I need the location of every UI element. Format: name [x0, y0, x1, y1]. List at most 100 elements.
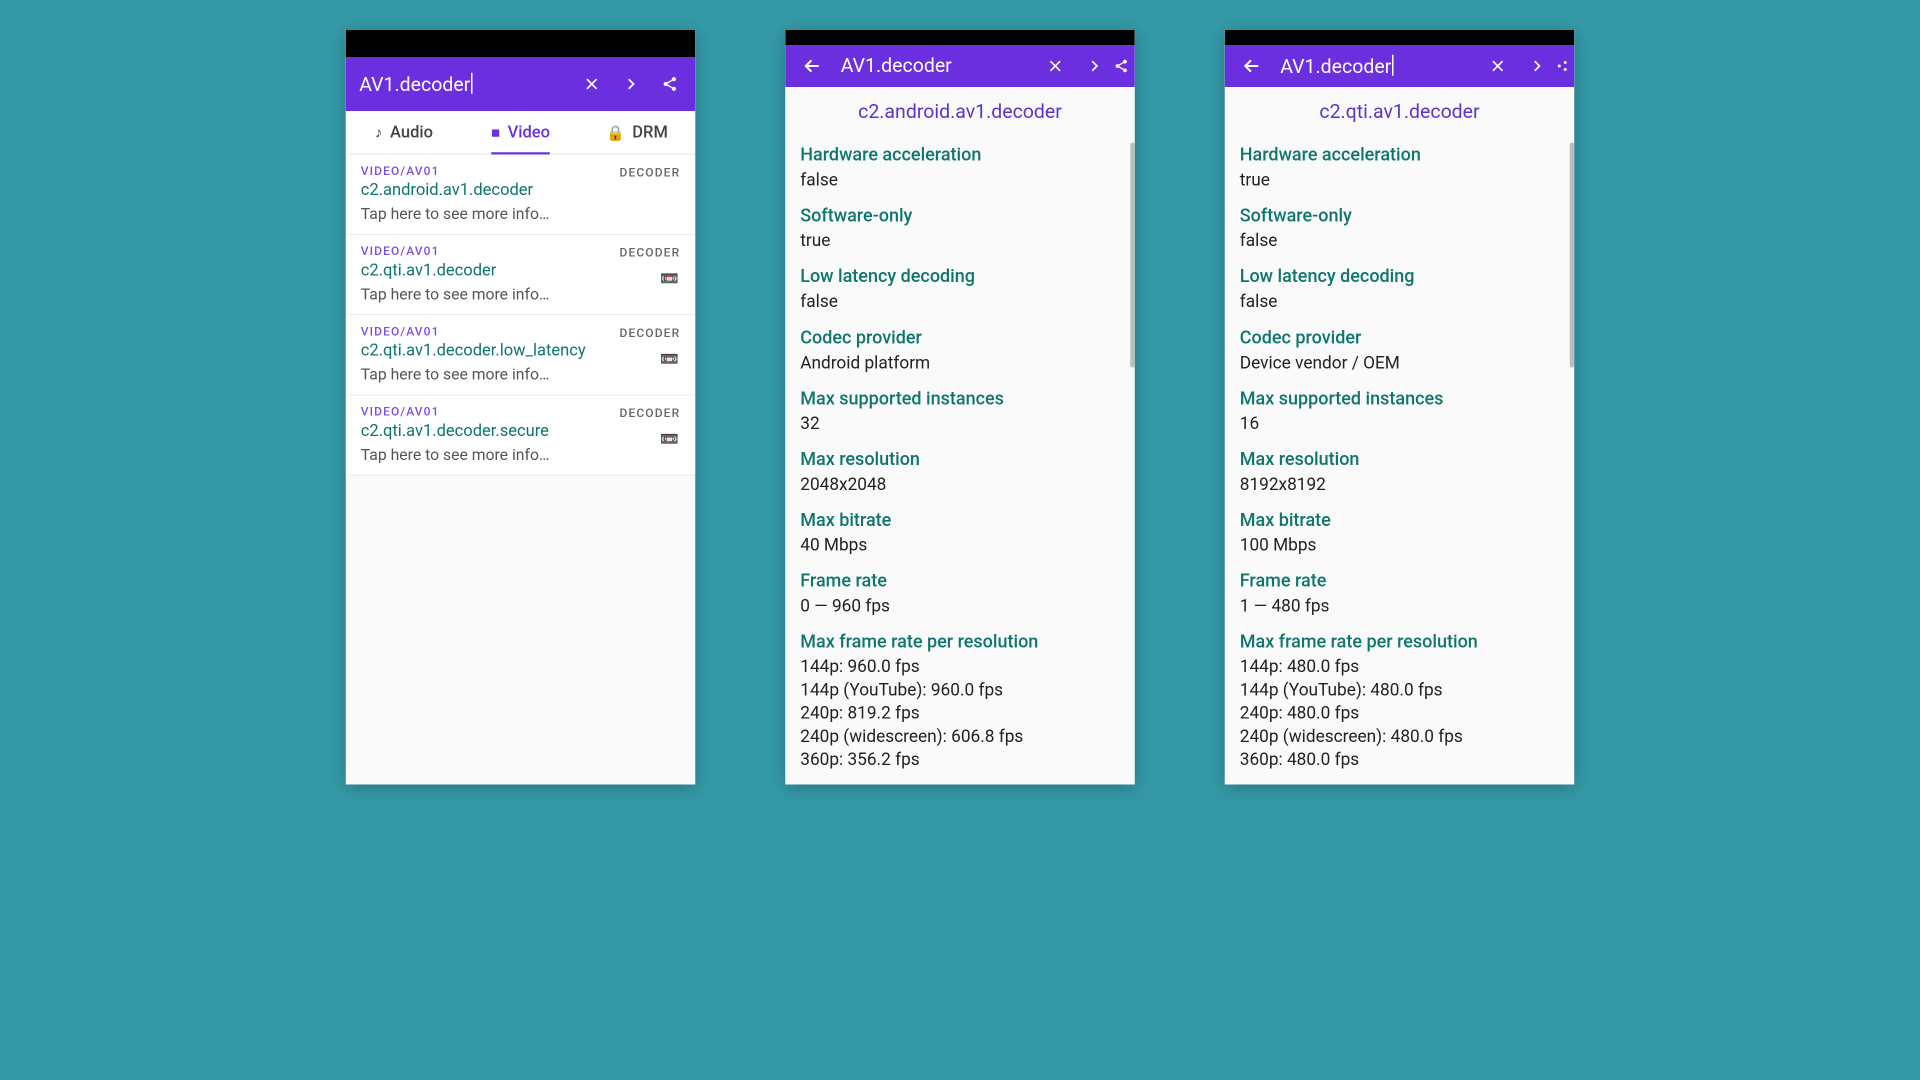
- list-item[interactable]: VIDEO/AV01 DECODER c2.android.av1.decode…: [346, 155, 696, 235]
- property-value: 16: [1240, 411, 1560, 434]
- back-icon[interactable]: [791, 45, 833, 87]
- property-key: Codec provider: [800, 327, 1120, 348]
- property-key: Max frame rate per resolution: [1240, 631, 1560, 652]
- property-value: 0 — 960 fps: [800, 594, 1120, 617]
- share-icon[interactable]: [1114, 45, 1129, 87]
- hardware-icon: 📼: [660, 430, 679, 448]
- property-row: Hardware acceleration false: [800, 144, 1120, 191]
- screen-codec-detail-android: AV1.decoder c2.android.av1.decoder Hardw…: [785, 30, 1135, 785]
- list-item[interactable]: VIDEO/AV01 DECODER c2.qti.av1.decoder.lo…: [346, 315, 696, 395]
- property-value: 8192x8192: [1240, 472, 1560, 495]
- properties-list: Hardware accelerationtrueSoftware-onlyfa…: [1225, 131, 1575, 785]
- app-bar: AV1.decoder: [785, 45, 1135, 87]
- property-value: false: [800, 290, 1120, 313]
- property-row: Max supported instances 16: [1240, 387, 1560, 434]
- search-field[interactable]: AV1.decoder: [352, 72, 573, 95]
- tab-video[interactable]: ■ Video: [462, 111, 578, 154]
- property-row: Max resolution 2048x2048: [800, 448, 1120, 495]
- decoder-badge: DECODER: [619, 326, 680, 340]
- next-icon[interactable]: [1517, 45, 1556, 87]
- music-note-icon: ♪: [375, 123, 383, 142]
- screen-codec-detail-qti: AV1.decoder c2.qti.av1.decoder Hardware …: [1225, 30, 1575, 785]
- codec-name: c2.android.av1.decoder: [361, 181, 681, 200]
- property-key: Low latency decoding: [1240, 266, 1560, 287]
- codec-name: c2.qti.av1.decoder.low_latency: [361, 341, 681, 360]
- detail-title: c2.qti.av1.decoder: [1225, 87, 1575, 131]
- screen-codec-list: AV1.decoder ♪ Audio ■ Video: [346, 30, 696, 785]
- close-icon[interactable]: [1478, 45, 1517, 87]
- property-value: 144p: 960.0 fps 144p (YouTube): 960.0 fp…: [800, 655, 1120, 771]
- search-text: AV1.decoder: [1280, 55, 1391, 78]
- property-key: Frame rate: [800, 570, 1120, 591]
- search-text: AV1.decoder: [841, 55, 952, 78]
- property-row: Codec provider Android platform: [800, 327, 1120, 374]
- share-icon[interactable]: [1556, 45, 1568, 87]
- text-cursor: [471, 72, 473, 93]
- property-value: 144p: 480.0 fps 144p (YouTube): 480.0 fp…: [1240, 655, 1560, 771]
- codec-hint: Tap here to see more info…: [361, 286, 681, 304]
- decoder-badge: DECODER: [619, 406, 680, 420]
- property-row: Codec provider Device vendor / OEM: [1240, 327, 1560, 374]
- property-row: Max bitrate100 Mbps: [1240, 509, 1560, 556]
- codec-name: c2.qti.av1.decoder: [361, 261, 681, 280]
- property-value: false: [1240, 290, 1560, 313]
- close-icon[interactable]: [1036, 45, 1075, 87]
- back-icon[interactable]: [1231, 45, 1273, 87]
- property-value: 100 Mbps: [1240, 533, 1560, 556]
- list-item[interactable]: VIDEO/AV01 DECODER c2.qti.av1.decoder.se…: [346, 395, 696, 475]
- property-value: Android platform: [800, 351, 1120, 374]
- property-key: Low latency decoding: [800, 266, 1120, 287]
- property-key: Hardware acceleration: [800, 144, 1120, 165]
- tab-label: Video: [508, 123, 550, 142]
- property-value: 32: [800, 411, 1120, 434]
- detail-title: c2.android.av1.decoder: [785, 87, 1135, 131]
- scrollbar[interactable]: [1570, 143, 1575, 368]
- tab-audio[interactable]: ♪ Audio: [346, 111, 462, 154]
- search-field[interactable]: AV1.decoder: [833, 55, 1036, 78]
- property-key: Codec provider: [1240, 327, 1560, 348]
- property-key: Max resolution: [1240, 448, 1560, 469]
- search-field[interactable]: AV1.decoder: [1273, 55, 1479, 78]
- property-key: Max supported instances: [800, 387, 1120, 408]
- property-value: true: [1240, 168, 1560, 191]
- tab-label: Audio: [390, 123, 433, 142]
- property-value: 1 — 480 fps: [1240, 594, 1560, 617]
- hardware-icon: 📼: [660, 350, 679, 368]
- property-value: 40 Mbps: [800, 533, 1120, 556]
- close-icon[interactable]: [572, 63, 611, 105]
- property-row: Max frame rate per resolution 144p: 480.0…: [1240, 631, 1560, 771]
- property-value: false: [800, 168, 1120, 191]
- scrollbar[interactable]: [1130, 143, 1135, 368]
- property-value: Device vendor / OEM: [1240, 351, 1560, 374]
- codec-hint: Tap here to see more info…: [361, 206, 681, 224]
- lock-icon: 🔒: [606, 123, 625, 141]
- property-row: Frame rate 0 — 960 fps: [800, 570, 1120, 617]
- text-cursor: [1392, 55, 1394, 76]
- status-bar: [785, 30, 1135, 45]
- property-key: Max resolution: [800, 448, 1120, 469]
- share-icon[interactable]: [650, 63, 689, 105]
- decoder-badge: DECODER: [619, 165, 680, 179]
- tab-drm[interactable]: 🔒 DRM: [579, 111, 695, 154]
- property-key: Software-only: [1240, 205, 1560, 226]
- properties-list: Hardware accelerationfalseSoftware-onlyt…: [785, 131, 1135, 785]
- property-row: Low latency decoding false: [1240, 266, 1560, 313]
- property-row: Max supported instances 32: [800, 387, 1120, 434]
- property-value: 2048x2048: [800, 472, 1120, 495]
- property-key: Software-only: [800, 205, 1120, 226]
- status-bar: [346, 30, 696, 57]
- property-key: Max supported instances: [1240, 387, 1560, 408]
- property-row: Max bitrate40 Mbps: [800, 509, 1120, 556]
- list-item[interactable]: VIDEO/AV01 DECODER c2.qti.av1.decoder Ta…: [346, 235, 696, 315]
- status-bar: [1225, 30, 1575, 45]
- search-text: AV1.decoder: [359, 73, 470, 96]
- property-key: Frame rate: [1240, 570, 1560, 591]
- hardware-icon: 📼: [660, 269, 679, 287]
- property-row: Max resolution 8192x8192: [1240, 448, 1560, 495]
- tab-bar: ♪ Audio ■ Video 🔒 DRM: [346, 111, 696, 155]
- app-bar: AV1.decoder: [1225, 45, 1575, 87]
- decoder-badge: DECODER: [619, 245, 680, 259]
- property-key: Max frame rate per resolution: [800, 631, 1120, 652]
- next-icon[interactable]: [611, 63, 650, 105]
- next-icon[interactable]: [1075, 45, 1114, 87]
